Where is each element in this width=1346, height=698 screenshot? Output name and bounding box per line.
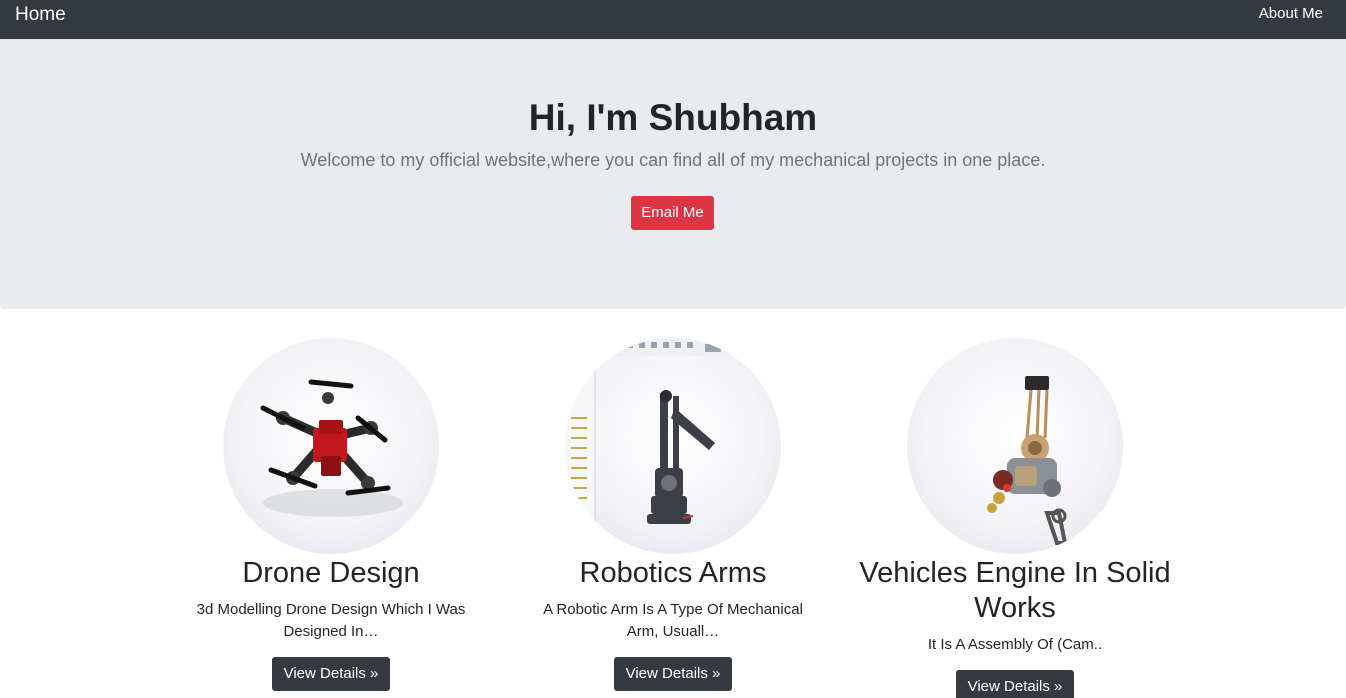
hero-section: Hi, I'm Shubham Welcome to my official w… <box>0 39 1346 309</box>
card-description: It Is A Assembly Of (Cam.. <box>927 636 1103 653</box>
project-card-engine: Vehicles Engine In Solid Works It Is A A… <box>850 338 1180 698</box>
drone-image <box>223 338 439 554</box>
project-card-drone: Drone Design 3d Modelling Drone Design W… <box>166 338 496 691</box>
robotic-arm-image <box>565 338 781 554</box>
project-card-robotic-arm: Robotics Arms A Robotic Arm Is A Type Of… <box>508 338 838 691</box>
card-description: A Robotic Arm Is A Type Of Mechanical Ar… <box>543 601 803 640</box>
card-title: Drone Design <box>242 557 420 589</box>
view-details-button[interactable]: View Details » <box>271 657 391 691</box>
top-navbar: Home About Me <box>0 0 1346 39</box>
hero-title: Hi, I'm Shubham <box>528 97 818 138</box>
card-title: Robotics Arms <box>579 557 767 589</box>
card-description: 3d Modelling Drone Design Which I Was De… <box>196 601 466 640</box>
card-title: Vehicles Engine In Solid Works <box>859 557 1171 624</box>
hero-lead: Welcome to my official website,where you… <box>300 150 1046 170</box>
engine-image <box>907 338 1123 554</box>
nav-home-link[interactable]: Home <box>15 4 66 26</box>
nav-about-link[interactable]: About Me <box>1259 5 1323 22</box>
view-details-button[interactable]: View Details » <box>613 657 733 691</box>
email-me-button[interactable]: Email Me <box>631 196 714 230</box>
view-details-button[interactable]: View Details » <box>955 670 1075 698</box>
